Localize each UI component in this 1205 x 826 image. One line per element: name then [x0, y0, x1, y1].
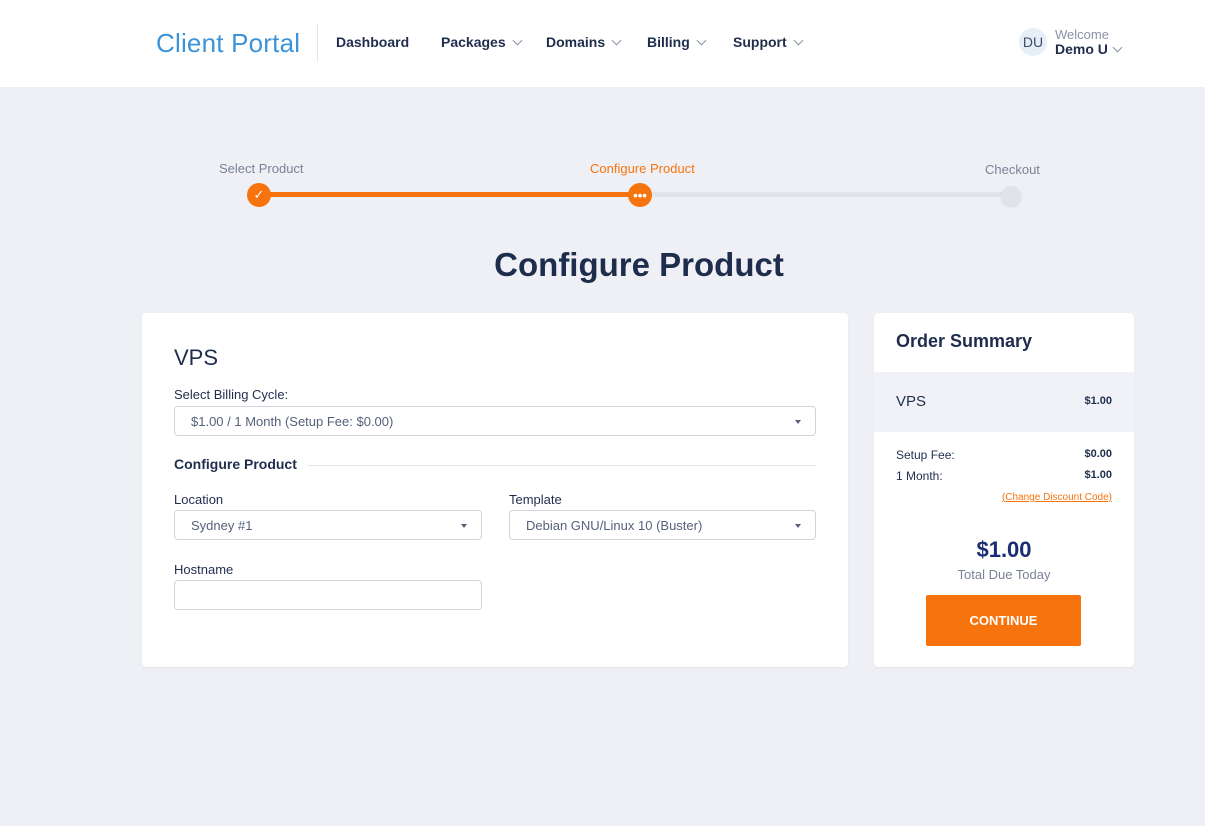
billing-cycle-select[interactable]: $1.00 / 1 Month (Setup Fee: $0.00): [174, 406, 816, 436]
hostname-label: Hostname: [174, 562, 234, 577]
nav-support-label: Support: [733, 34, 787, 50]
nav-billing[interactable]: Billing: [647, 34, 707, 50]
summary-product-row: VPS $1.00: [874, 372, 1134, 432]
step-done-icon: ✓: [247, 183, 271, 207]
billing-cycle-value: $1.00 / 1 Month (Setup Fee: $0.00): [191, 414, 394, 429]
continue-button[interactable]: CONTINUE: [926, 595, 1081, 646]
template-select[interactable]: Debian GNU/Linux 10 (Buster): [509, 510, 816, 540]
nav-domains[interactable]: Domains: [546, 34, 622, 50]
summary-line: Setup Fee: $0.00: [896, 448, 1112, 462]
product-name: VPS: [174, 345, 219, 370]
step-label-checkout: Checkout: [985, 162, 1040, 177]
nav-domains-label: Domains: [546, 34, 606, 50]
summary-product-name: VPS: [896, 393, 927, 410]
welcome-text: Welcome: [1055, 27, 1109, 42]
location-value: Sydney #1: [191, 518, 253, 533]
nav-packages[interactable]: Packages: [441, 34, 523, 50]
template-value: Debian GNU/Linux 10 (Buster): [526, 518, 703, 533]
user-name: Demo U: [1055, 41, 1108, 57]
summary-title: Order Summary: [896, 331, 1033, 351]
nav-dashboard-label: Dashboard: [336, 34, 410, 50]
step-label-select-product: Select Product: [219, 161, 304, 176]
progress-fill: [259, 192, 640, 197]
step-current-icon: •••: [628, 183, 652, 207]
caret-down-icon: [795, 524, 801, 528]
template-label: Template: [509, 492, 562, 507]
chevron-down-icon: [512, 35, 523, 45]
page-title: Configure Product: [494, 246, 784, 283]
configure-card: VPS Select Billing Cycle: $1.00 / 1 Mont…: [142, 313, 848, 667]
nav-support[interactable]: Support: [733, 34, 804, 50]
change-discount-code-link[interactable]: (Change Discount Code): [1002, 492, 1112, 503]
chevron-down-icon: [696, 35, 707, 45]
total-label: Total Due Today: [957, 567, 1051, 582]
user-menu[interactable]: DU Welcome Demo U: [1019, 27, 1123, 57]
caret-down-icon: [795, 420, 801, 424]
summary-product-price: $1.00: [1084, 395, 1112, 407]
summary-line: 1 Month: $1.00: [896, 469, 1112, 483]
summary-line-value: $1.00: [1084, 469, 1112, 481]
chevron-down-icon: [1112, 42, 1123, 52]
nav-dashboard[interactable]: Dashboard: [336, 34, 409, 50]
summary-line-label: 1 Month:: [896, 469, 943, 483]
location-select[interactable]: Sydney #1: [174, 510, 482, 540]
step-label-configure-product: Configure Product: [590, 161, 695, 176]
order-summary-card: Order Summary VPS $1.00 Setup Fee: $0.00…: [874, 313, 1134, 667]
chevron-down-icon: [611, 35, 622, 45]
section-divider: [308, 465, 816, 466]
location-label: Location: [174, 492, 224, 507]
nav-billing-label: Billing: [647, 34, 690, 50]
avatar: DU: [1019, 28, 1047, 56]
section-title: Configure Product: [174, 456, 297, 472]
nav-packages-label: Packages: [441, 34, 506, 50]
hostname-input[interactable]: [174, 580, 482, 610]
step-pending-icon: [1001, 186, 1021, 206]
logo[interactable]: Client Portal: [156, 28, 300, 59]
logo-divider: [317, 24, 318, 62]
billing-cycle-label: Select Billing Cycle:: [174, 387, 289, 402]
total-amount: $1.00: [976, 537, 1032, 562]
summary-line-value: $0.00: [1084, 448, 1112, 460]
chevron-down-icon: [793, 35, 804, 45]
summary-line-label: Setup Fee:: [896, 448, 955, 462]
caret-down-icon: [461, 524, 467, 528]
top-header: Client Portal Dashboard Packages Domains…: [0, 0, 1205, 87]
